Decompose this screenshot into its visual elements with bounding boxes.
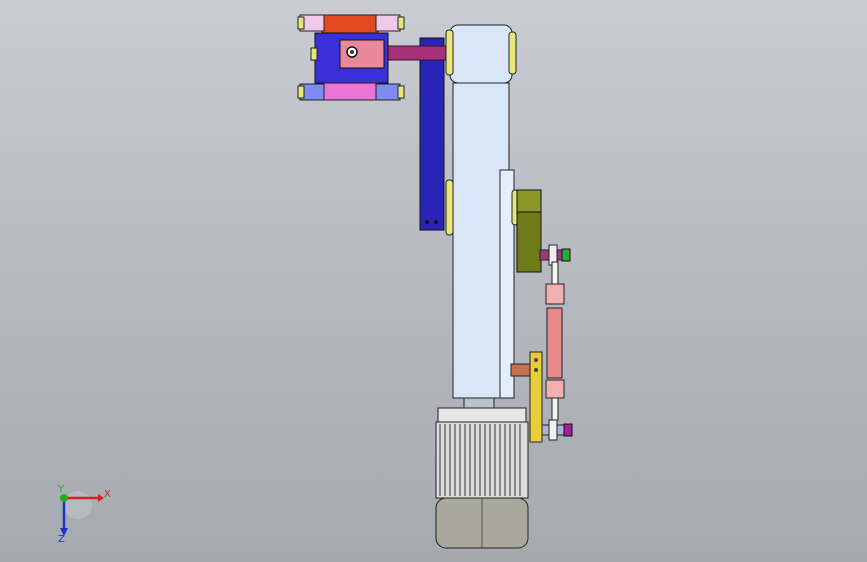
gearbox-bottom-bolt xyxy=(297,85,305,99)
drive-belt[interactable] xyxy=(419,37,445,231)
belt-screw-icon xyxy=(425,220,429,224)
gearbox-top-plate[interactable] xyxy=(321,14,379,34)
y-axis-label: Y xyxy=(57,484,65,495)
gearbox-top-bolt xyxy=(297,16,305,30)
gearbox-bottom-cap-right[interactable] xyxy=(375,83,401,101)
cad-model-view[interactable]: X Y Z xyxy=(0,0,867,562)
gearbox-top-cap-right[interactable] xyxy=(375,14,401,32)
upper-pivot-nut xyxy=(561,248,571,262)
column-pulley-bolt xyxy=(445,29,454,76)
motor-flange[interactable] xyxy=(437,407,527,423)
gearbox-inner-panel[interactable] xyxy=(339,39,385,69)
output-shaft[interactable] xyxy=(385,45,451,61)
gearbox-top-bolt xyxy=(397,16,405,30)
belt-screw-icon xyxy=(434,220,438,224)
yellow-bracket[interactable] xyxy=(529,351,543,443)
x-axis-label: X xyxy=(104,489,111,500)
linkage-rod[interactable] xyxy=(545,261,565,421)
gearbox-side-bolt xyxy=(310,47,318,61)
gearbox-bottom-bolt xyxy=(397,85,405,99)
column-pulley-bolt xyxy=(508,31,517,75)
motor[interactable] xyxy=(435,407,529,549)
column-base-collar[interactable] xyxy=(463,397,495,409)
gearbox-bottom-plate[interactable] xyxy=(321,82,379,101)
column-top-pulley-housing[interactable] xyxy=(449,24,513,84)
z-axis-label: Z xyxy=(58,534,65,545)
axis-triad: X Y Z xyxy=(57,484,111,545)
graphics-viewport[interactable]: X Y Z xyxy=(0,0,867,562)
gearbox-assembly[interactable] xyxy=(297,14,405,101)
lower-pivot-nut xyxy=(563,423,573,437)
y-axis-origin xyxy=(60,494,68,502)
column-mid-bolt xyxy=(445,179,454,236)
main-column-assembly[interactable] xyxy=(445,24,519,409)
